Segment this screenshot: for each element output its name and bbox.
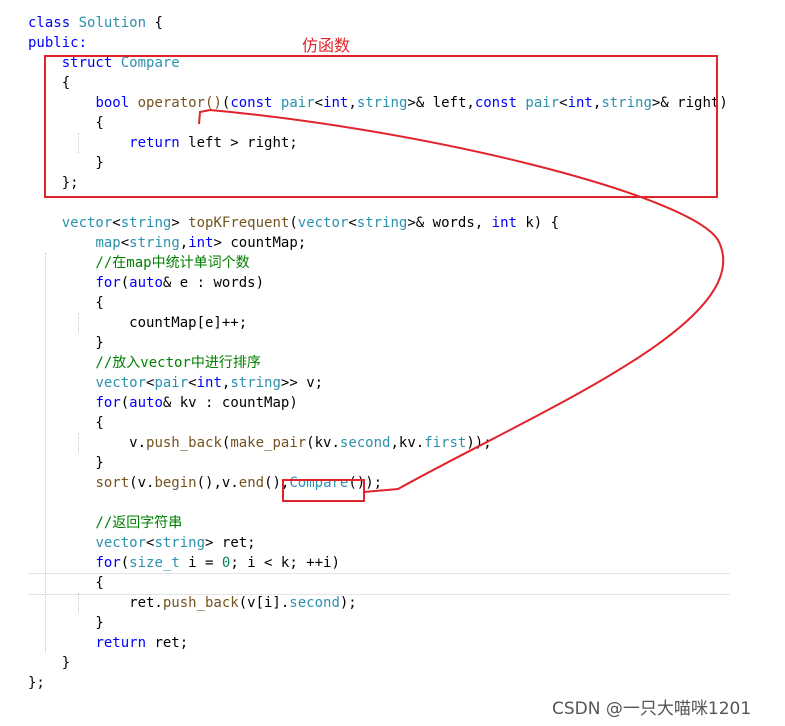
annotation-arrow: [198, 108, 725, 493]
csdn-watermark: CSDN @一只大喵咪1201: [552, 699, 752, 719]
arrow-curve: [198, 108, 725, 493]
